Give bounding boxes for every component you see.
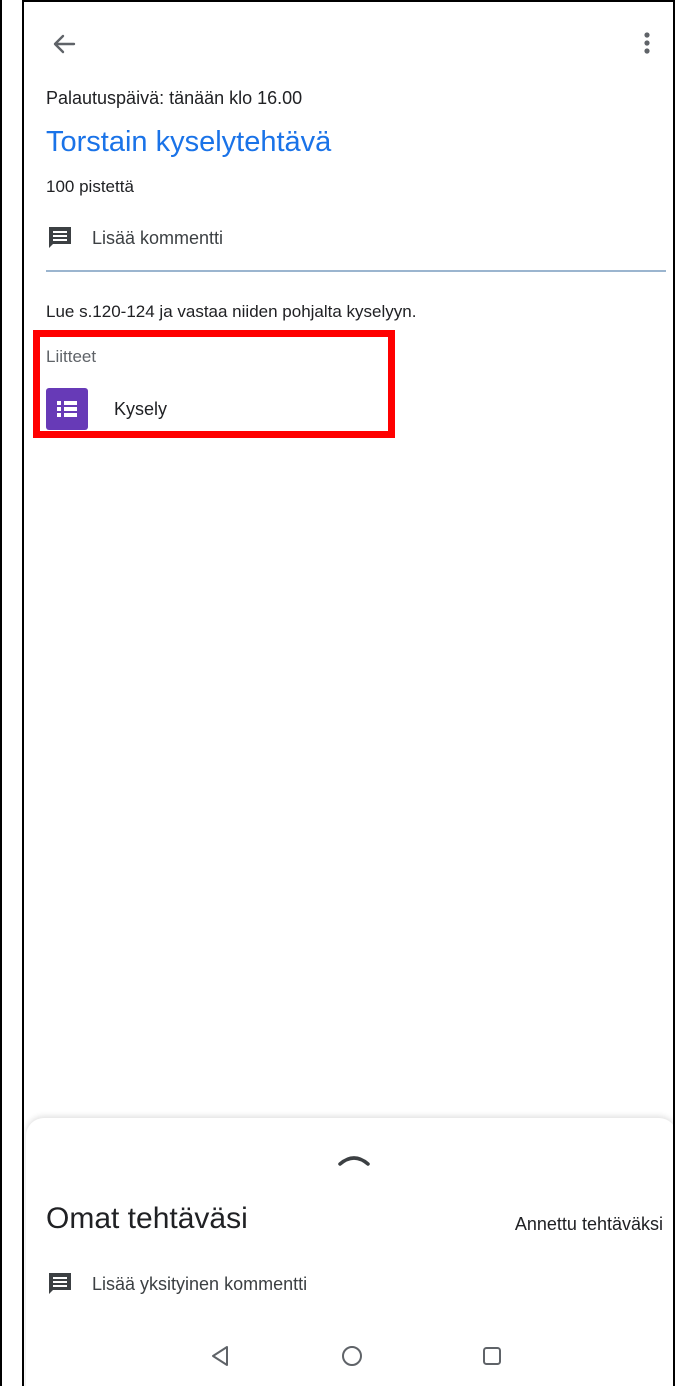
nav-home-button[interactable]: [332, 1336, 372, 1376]
chevron-up-icon: [338, 1156, 370, 1166]
system-nav-bar: [24, 1322, 673, 1386]
section-divider: [46, 270, 666, 272]
comment-icon: [49, 227, 71, 248]
add-comment-label: Lisää kommentti: [92, 227, 224, 248]
back-button[interactable]: [44, 24, 84, 64]
attachment-name: Kysely: [114, 398, 168, 419]
arrow-back-icon: [53, 34, 76, 54]
left-border: [0, 0, 4, 1386]
status-badge: Annettu tehtäväksi: [514, 1214, 663, 1234]
top-app-bar: [24, 2, 673, 82]
more-vert-icon: [644, 32, 650, 54]
add-private-comment-button[interactable]: Lisää yksityinen kommentti: [46, 1266, 307, 1302]
attachments-heading: Liitteet: [46, 347, 97, 366]
comment-icon: [49, 1273, 71, 1294]
triangle-back-icon: [212, 1346, 228, 1366]
google-forms-icon: [46, 388, 88, 430]
private-comment-label: Lisää yksityinen kommentti: [92, 1273, 308, 1294]
expand-sheet-button[interactable]: [336, 1150, 372, 1168]
assignment-title: Torstain kyselytehtävä: [46, 126, 332, 158]
square-recents-icon: [483, 1347, 501, 1365]
add-class-comment-button[interactable]: Lisää kommentti: [46, 220, 223, 256]
assignment-instructions: Lue s.120-124 ja vastaa niiden pohjalta …: [46, 302, 417, 321]
assignment-points: 100 pistettä: [46, 177, 134, 196]
nav-recents-button[interactable]: [472, 1336, 512, 1376]
nav-back-button[interactable]: [200, 1336, 240, 1376]
circle-home-icon: [342, 1346, 362, 1366]
app-screen: Palautuspäivä: tänään klo 16.00 Torstain…: [22, 0, 675, 1386]
your-work-title: Omat tehtäväsi: [46, 1202, 248, 1235]
attachment-item[interactable]: Kysely: [46, 387, 167, 431]
due-date: Palautuspäivä: tänään klo 16.00: [46, 88, 303, 108]
more-options-button[interactable]: [627, 24, 667, 64]
